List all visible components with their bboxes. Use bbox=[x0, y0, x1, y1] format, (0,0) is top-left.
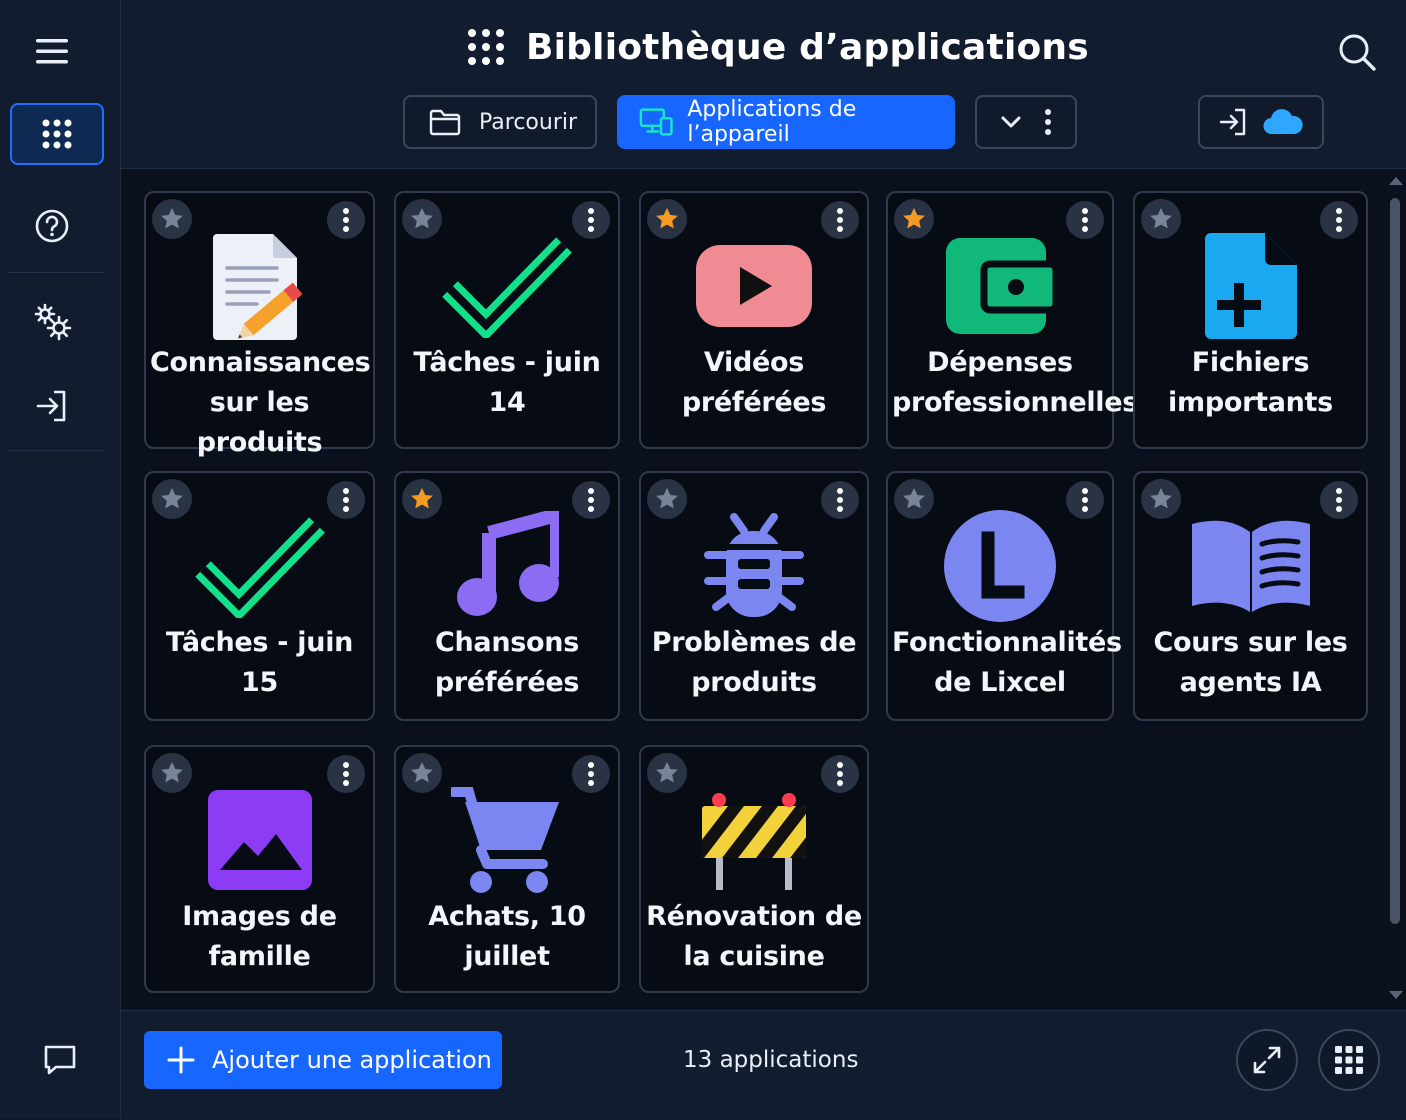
checkmark-icon bbox=[396, 223, 618, 348]
sidebar-divider bbox=[8, 272, 104, 273]
browse-button[interactable]: Parcourir bbox=[403, 95, 597, 149]
app-tile[interactable]: Fichiers importants bbox=[1133, 191, 1368, 449]
device-apps-button[interactable]: Applications de l’appareil bbox=[617, 95, 955, 149]
folder-icon bbox=[429, 109, 461, 136]
app-tile[interactable]: Cours sur les agents IA bbox=[1133, 471, 1368, 721]
app-tile[interactable]: Achats, 10 juillet bbox=[394, 745, 620, 993]
app-tile-label: Dépenses professionnelles bbox=[892, 347, 1139, 418]
sidebar-item-settings[interactable] bbox=[26, 295, 78, 347]
app-tile-label: Vidéos préférées bbox=[681, 347, 827, 418]
app-tile[interactable]: Rénovation de la cuisine bbox=[639, 745, 869, 993]
sidebar-item-app-library[interactable] bbox=[10, 103, 104, 165]
app-tile-label: Fonctionnalités de Lixcel bbox=[892, 627, 1122, 698]
letter-l-icon bbox=[888, 503, 1112, 628]
app-tile[interactable]: Problèmes de produits bbox=[639, 471, 869, 721]
sidebar bbox=[0, 0, 121, 1119]
search-icon bbox=[1339, 34, 1376, 71]
page-title: Bibliothèque d’applications bbox=[526, 26, 1089, 68]
chevron-down-icon bbox=[1001, 116, 1021, 128]
file-add-icon bbox=[1135, 223, 1366, 348]
grid-view-icon bbox=[1335, 1046, 1363, 1074]
apps-grid-icon bbox=[42, 119, 72, 149]
sidebar-item-sign-in[interactable] bbox=[26, 380, 78, 432]
app-library-window: Bibliothèque d’applications Parcourir Ap… bbox=[0, 0, 1406, 1120]
app-tile-label: Cours sur les agents IA bbox=[1153, 627, 1348, 698]
add-application-button[interactable]: Ajouter une application bbox=[144, 1031, 502, 1089]
app-tile[interactable]: Fonctionnalités de Lixcel bbox=[886, 471, 1122, 721]
app-tile-label: Tâches - juin 15 bbox=[165, 627, 354, 698]
menu-button[interactable] bbox=[20, 22, 84, 80]
video-play-icon bbox=[641, 223, 867, 348]
header: Bibliothèque d’applications Parcourir Ap… bbox=[121, 0, 1406, 169]
sign-in-icon bbox=[36, 390, 66, 422]
browse-label: Parcourir bbox=[479, 109, 578, 135]
expand-icon bbox=[1253, 1046, 1281, 1074]
more-vertical-icon bbox=[1045, 109, 1051, 135]
sidebar-divider bbox=[8, 450, 104, 451]
gears-icon bbox=[34, 303, 72, 341]
devices-icon bbox=[639, 108, 673, 136]
add-application-label: Ajouter une application bbox=[212, 1046, 492, 1074]
app-tile-label: Problèmes de produits bbox=[651, 627, 857, 698]
app-tile-label: Connaissances sur les produits bbox=[150, 347, 371, 458]
app-grid: Connaissances sur les produits Tâches - … bbox=[121, 169, 1406, 1009]
wallet-icon bbox=[888, 223, 1112, 348]
device-apps-label: Applications de l’appareil bbox=[687, 97, 857, 147]
app-tile-label: Images de famille bbox=[182, 901, 337, 972]
app-count: 13 applications bbox=[683, 1047, 859, 1073]
scrollbar[interactable] bbox=[1386, 172, 1406, 1008]
app-tile[interactable]: Dépenses professionnelles bbox=[886, 191, 1139, 449]
open-book-icon bbox=[1135, 503, 1366, 628]
music-note-icon bbox=[396, 503, 618, 628]
scroll-down-arrow-icon[interactable] bbox=[1386, 988, 1406, 1002]
cloud-sign-in-button[interactable] bbox=[1198, 95, 1324, 149]
help-icon bbox=[35, 209, 69, 243]
app-tile[interactable]: Chansons préférées bbox=[394, 471, 620, 721]
chat-bubble-icon bbox=[44, 1045, 76, 1075]
shopping-cart-icon bbox=[396, 777, 618, 902]
bug-icon bbox=[641, 503, 867, 628]
feedback-button[interactable] bbox=[34, 1034, 86, 1086]
sidebar-item-help[interactable] bbox=[26, 200, 78, 252]
app-tile[interactable]: Tâches - juin 15 bbox=[144, 471, 375, 721]
scroll-up-arrow-icon[interactable] bbox=[1386, 174, 1406, 188]
app-tile-label: Achats, 10 juillet bbox=[428, 901, 586, 972]
construction-barrier-icon bbox=[641, 777, 867, 902]
hamburger-menu-icon bbox=[36, 39, 68, 64]
app-tile[interactable]: Connaissances sur les produits bbox=[144, 191, 375, 458]
app-tile[interactable]: Images de famille bbox=[144, 745, 375, 993]
app-tile-label: Fichiers importants bbox=[1168, 347, 1333, 418]
app-tile-label: Rénovation de la cuisine bbox=[646, 901, 862, 972]
grid-view-button[interactable] bbox=[1318, 1029, 1380, 1091]
more-options-button[interactable] bbox=[975, 95, 1077, 149]
checkmark-icon bbox=[146, 503, 373, 628]
image-icon bbox=[146, 777, 373, 902]
apps-grid-icon bbox=[468, 29, 504, 65]
footer: Ajouter une application 13 applications bbox=[121, 1010, 1406, 1120]
app-tile[interactable]: Vidéos préférées bbox=[639, 191, 869, 449]
scroll-thumb[interactable] bbox=[1390, 198, 1400, 924]
plus-icon bbox=[167, 1046, 195, 1074]
cloud-icon bbox=[1263, 109, 1303, 135]
app-tile[interactable]: Tâches - juin 14 bbox=[394, 191, 620, 449]
search-button[interactable] bbox=[1333, 28, 1381, 76]
document-pencil-icon bbox=[146, 223, 373, 348]
app-tile-label: Tâches - juin 14 bbox=[413, 347, 601, 418]
app-tile-label: Chansons préférées bbox=[434, 627, 580, 698]
sign-in-icon bbox=[1219, 108, 1246, 136]
title-group: Bibliothèque d’applications bbox=[466, 20, 1089, 74]
fullscreen-button[interactable] bbox=[1236, 1029, 1298, 1091]
